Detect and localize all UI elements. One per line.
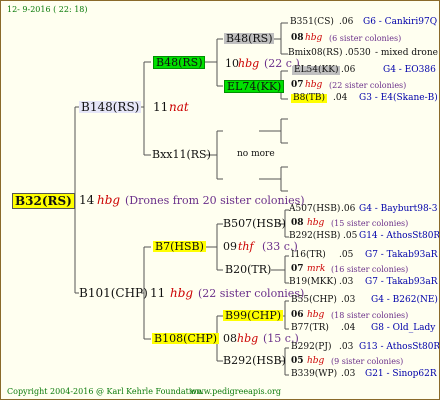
b8-code: G3 - E4(Skane-B) <box>359 93 438 103</box>
b351-label[interactable]: B351(CS) <box>290 18 334 27</box>
b292-note: (9 sister colonies) <box>331 357 404 366</box>
b351-num: .06 <box>339 17 354 27</box>
footer-copyright: Copyright 2004-2016 @ Karl Kehrle Founda… <box>7 387 204 396</box>
i16-label[interactable]: I16(TR) <box>291 251 326 260</box>
bmix-label[interactable]: Bmix08(RS) <box>288 49 343 58</box>
dam-gen-number: 11 <box>150 286 166 300</box>
b48-sub-gen-label: hbg <box>305 33 323 43</box>
b19-num: .03 <box>339 277 354 287</box>
el54-num: .06 <box>341 65 356 75</box>
b292hsb-label[interactable]: B292(HSB) <box>289 232 340 241</box>
sire-gen-number: 11 <box>153 100 169 114</box>
b507-gen-label: hbg <box>307 218 325 228</box>
i16-code: G7 - Takab93aR <box>365 250 438 260</box>
b292pj-num: .03 <box>339 342 354 352</box>
b77-num: .04 <box>341 323 356 333</box>
el74-note: (22 sister colonies) <box>329 81 407 90</box>
b292-gen-number: 05 <box>291 356 304 366</box>
b20-gen-label: mrk <box>307 264 326 274</box>
b8-num: .04 <box>333 93 348 103</box>
a507-num: .06 <box>341 204 356 214</box>
root-gen-number: 14 <box>79 193 95 207</box>
b48-sub-note: (6 sister colonies) <box>329 34 402 43</box>
b292hsb-num: .05 <box>343 231 358 241</box>
el74-gen-number: 07 <box>291 80 304 90</box>
root-note: (Drones from 20 sister colonies) <box>125 194 305 207</box>
b292pj-code: G13 - AthosSt80R <box>359 342 440 352</box>
el74-gen-label: hbg <box>305 80 323 90</box>
a507-label[interactable]: A507(HSB) <box>289 205 340 214</box>
report-date: 12- 9-2016 ( 22: 18) <box>7 5 88 14</box>
root-queen[interactable]: B32(RS) <box>12 193 75 209</box>
b292pj-label[interactable]: B292(PJ) <box>291 343 331 352</box>
b55-num: .03 <box>341 295 356 305</box>
bxx11-queen[interactable]: Bxx11(RS) <box>152 149 211 160</box>
b48-gen-label: hbg <box>238 57 260 70</box>
b77-label[interactable]: B77(TR) <box>291 324 329 333</box>
b292-gen-label: hbg <box>307 356 325 366</box>
el74-queen[interactable]: EL74(KK) <box>224 80 285 93</box>
b48-gen-number: 10 <box>225 57 239 70</box>
sire-gen-label: nat <box>169 100 189 114</box>
b99-gen-label: hbg <box>307 310 325 320</box>
b507-gen-number: 08 <box>291 218 304 228</box>
b48-queen[interactable]: B48(RS) <box>153 56 206 69</box>
b108-gen-number: 08 <box>223 332 237 345</box>
b55-label[interactable]: B55(CHP) <box>291 296 337 305</box>
a507-code: G4 - Bayburt98-3 <box>359 204 438 214</box>
dam-note: (22 sister colonies) <box>198 287 305 300</box>
no-more-note: no more <box>237 149 275 159</box>
footer-url[interactable]: www.pedigreeapis.org <box>190 388 281 396</box>
b19-code: G7 - Takab93aR <box>365 277 438 287</box>
b339-label[interactable]: B339(WP) <box>291 370 337 379</box>
b8-label[interactable]: B8(TB) <box>291 94 327 103</box>
b507-note: (15 sister colonies) <box>331 219 409 228</box>
b339-num: .03 <box>341 369 356 379</box>
b20-queen[interactable]: B20(TR) <box>225 264 271 275</box>
dam-gen-label: hbg <box>170 286 194 300</box>
sire-queen[interactable]: B148(RS) <box>79 101 142 113</box>
b7-queen[interactable]: B7(HSB) <box>153 241 206 252</box>
b99-gen-number: 06 <box>291 310 304 320</box>
b339-code: G21 - Sinop62R <box>365 369 437 379</box>
b20-gen-number: 07 <box>291 264 304 274</box>
el54-code: G4 - EO386 <box>383 65 436 75</box>
b292hsb-code: G14 - AthosSt80R <box>359 231 440 241</box>
b99-note: (18 sister colonies) <box>331 311 409 320</box>
b48-sire-queen[interactable]: B48(RS) <box>224 33 275 44</box>
b55-code: G4 - B262(NE) <box>371 295 438 305</box>
b7-gen-label: thf <box>238 240 254 253</box>
b292-queen[interactable]: B292(HSB) <box>223 355 286 366</box>
root-gen-label: hbg <box>97 193 121 207</box>
b108-gen-label: hbg <box>237 332 259 345</box>
i16-num: .05 <box>339 250 354 260</box>
b351-code: G6 - Cankiri97Q <box>363 17 438 27</box>
dam-queen[interactable]: B101(CHP) <box>79 287 148 299</box>
el54-label[interactable]: EL54(KK) <box>292 66 341 75</box>
bmix-num: .0530 <box>345 48 371 58</box>
b108-queen[interactable]: B108(CHP) <box>152 333 220 344</box>
pedigree-chart: 12- 9-2016 ( 22: 18) B32(RS) 14 hbg (Dro… <box>0 0 440 400</box>
b19-label[interactable]: B19(MKK) <box>289 278 337 287</box>
b507-queen[interactable]: B507(HSB) <box>223 218 286 229</box>
b20-note: (16 sister colonies) <box>331 265 409 274</box>
b77-code: G8 - Old_Lady <box>371 323 436 333</box>
b48-sub-gen-number: 08 <box>291 33 304 43</box>
bmix-code: - mixed drone <box>375 48 438 58</box>
b7-gen-number: 09 <box>223 240 237 253</box>
b99-queen[interactable]: B99(CHP) <box>223 310 284 321</box>
